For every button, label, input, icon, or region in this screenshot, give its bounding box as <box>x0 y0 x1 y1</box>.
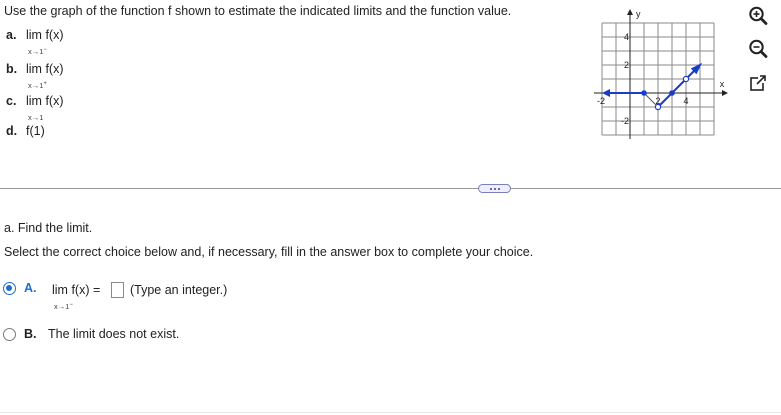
question-prompt: Use the graph of the function f shown to… <box>4 4 512 18</box>
part-d-expr: f(1) <box>26 124 45 138</box>
part-title: a. Find the limit. <box>4 221 93 235</box>
y-axis-label: y <box>636 9 641 19</box>
part-b-subscript: x→1+ <box>28 81 47 90</box>
section-divider <box>0 188 781 189</box>
part-a-expr: lim f(x) <box>26 28 64 42</box>
zoom-out-button[interactable] <box>747 38 769 60</box>
dot-icon <box>494 188 496 190</box>
part-d-letter: d. <box>6 124 18 138</box>
part-b-expr: lim f(x) <box>26 62 64 76</box>
open-point <box>682 75 690 83</box>
choice-b-text: The limit does not exist. <box>48 327 180 341</box>
instruction-text: Select the correct choice below and, if … <box>4 245 534 259</box>
part-b-letter: b. <box>6 62 18 76</box>
y-tick-label: 4 <box>624 32 629 42</box>
x-axis-label: x <box>720 79 725 89</box>
zoom-in-button[interactable] <box>747 5 769 27</box>
part-c-expr: lim f(x) <box>26 94 64 108</box>
choice-a-letter: A. <box>24 281 37 295</box>
y-tick-label: 2 <box>624 60 629 70</box>
x-tick-label: -2 <box>597 96 605 106</box>
x-tick-label: 4 <box>683 96 688 106</box>
choice-b-letter: B. <box>24 327 37 341</box>
bottom-border <box>0 412 781 413</box>
closed-point <box>641 90 647 96</box>
part-a-letter: a. <box>6 28 17 42</box>
closed-point <box>669 90 675 96</box>
graph-grid <box>601 22 715 136</box>
expand-icon <box>750 75 766 91</box>
choice-b-radio[interactable] <box>3 328 16 341</box>
dot-icon <box>490 188 492 190</box>
choice-a-expr: lim f(x) = <box>52 283 101 297</box>
answer-input[interactable] <box>111 282 124 298</box>
part-c-letter: c. <box>6 94 17 108</box>
y-axis-arrow <box>627 9 633 15</box>
open-point <box>654 103 662 111</box>
choice-a-radio[interactable] <box>3 282 16 295</box>
y-tick-label: -2 <box>621 116 629 126</box>
x-axis-arrow <box>722 90 728 96</box>
part-c-subscript: x→1 <box>28 113 44 122</box>
zoom-in-icon <box>749 6 768 25</box>
expand-button[interactable] <box>748 73 770 95</box>
expand-details-button[interactable] <box>478 184 511 193</box>
choice-a-hint: (Type an integer.) <box>130 283 228 297</box>
dot-icon <box>498 188 500 190</box>
zoom-out-icon <box>749 39 768 58</box>
choice-a-subscript: x→1− <box>54 302 73 311</box>
part-a-subscript: x→1− <box>28 47 47 56</box>
function-graph: yx-2 2 442-2 <box>594 9 728 139</box>
graph-axes <box>594 9 728 139</box>
